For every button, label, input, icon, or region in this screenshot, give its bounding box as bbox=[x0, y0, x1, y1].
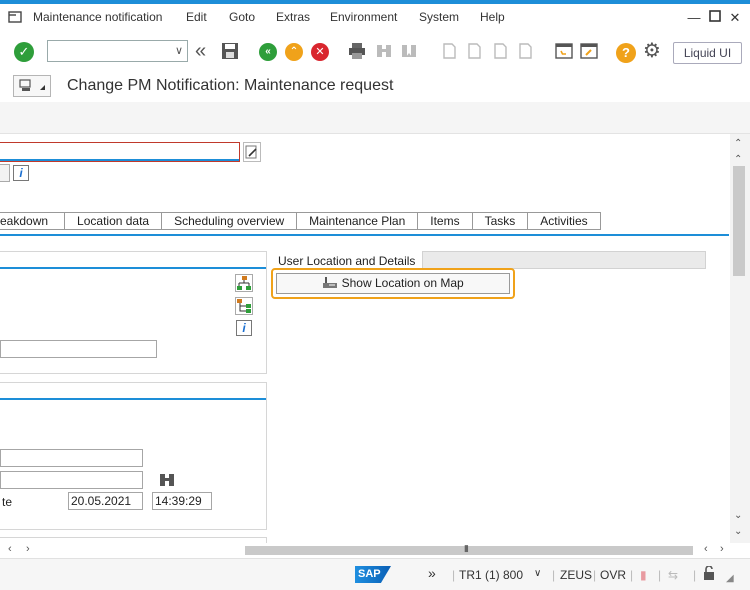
scroll-up-icon-2[interactable]: ⌃ bbox=[734, 154, 742, 165]
user-location-field bbox=[422, 251, 706, 269]
minimize-icon[interactable]: — bbox=[686, 10, 702, 26]
scroll-down-icon-2[interactable]: ⌄ bbox=[734, 526, 742, 537]
application-toolbar bbox=[0, 102, 750, 134]
menu-goto[interactable]: Goto bbox=[229, 10, 255, 24]
standard-toolbar: ✓ ∨ « « ⌃ ✕ ? ⚙ Liquid UI bbox=[0, 34, 750, 70]
menu-icon[interactable] bbox=[8, 10, 24, 27]
dates-box: te 20.05.2021 14:39:29 bbox=[0, 382, 267, 530]
status-divider-4: | bbox=[630, 568, 634, 582]
double-chevron-left-icon[interactable]: « bbox=[195, 41, 213, 61]
time-field[interactable]: 14:39:29 bbox=[152, 492, 212, 510]
save-icon[interactable] bbox=[221, 42, 239, 60]
status-divider-1: | bbox=[452, 568, 456, 582]
tab-tasks[interactable]: Tasks bbox=[472, 212, 529, 230]
info-icon[interactable]: i bbox=[13, 165, 29, 181]
lock-icon[interactable] bbox=[703, 565, 715, 583]
user-location-label: User Location and Details bbox=[278, 254, 416, 268]
horizontal-scroll-thumb[interactable]: ▮ bbox=[245, 543, 693, 555]
system-info[interactable]: TR1 (1) 800 bbox=[459, 568, 523, 582]
object-info-icon[interactable]: i bbox=[236, 320, 252, 336]
server-name: ZEUS bbox=[560, 568, 593, 582]
sap-logo: SAP bbox=[355, 566, 391, 583]
next-page-icon[interactable] bbox=[491, 42, 509, 60]
chevron-down-icon[interactable]: ∨ bbox=[175, 44, 183, 57]
grip-icon: ▮ bbox=[464, 543, 469, 553]
edit-long-text-icon[interactable] bbox=[243, 142, 261, 162]
menu-help[interactable]: Help bbox=[480, 10, 505, 24]
tab-underline bbox=[0, 234, 729, 236]
find-next-icon[interactable] bbox=[400, 42, 418, 60]
cancel-icon[interactable]: ✕ bbox=[311, 43, 329, 61]
dates-input-2[interactable] bbox=[0, 471, 143, 489]
status-divider-2: | bbox=[552, 568, 556, 582]
scroll-right-end-icon[interactable]: › bbox=[720, 543, 724, 555]
dates-input-1[interactable] bbox=[0, 449, 143, 467]
connection-icon: ▮ bbox=[640, 568, 647, 582]
vertical-scroll-thumb[interactable] bbox=[733, 166, 745, 276]
menu-extras[interactable]: Extras bbox=[276, 10, 310, 24]
tab-activities[interactable]: Activities bbox=[528, 212, 601, 230]
date-label: te bbox=[2, 495, 13, 509]
insert-mode[interactable]: OVR bbox=[600, 568, 626, 582]
status-divider-5: | bbox=[658, 568, 662, 582]
status-divider-3: | bbox=[593, 568, 597, 582]
structure-tree-icon[interactable] bbox=[235, 274, 253, 292]
status-bar: SAP » | TR1 (1) 800 ∨ | ZEUS | OVR | ▮ |… bbox=[0, 558, 750, 590]
gear-icon[interactable]: ⚙ bbox=[643, 41, 661, 61]
back-icon[interactable]: « bbox=[259, 43, 277, 61]
find-icon[interactable] bbox=[375, 42, 393, 60]
field-fragment[interactable] bbox=[0, 164, 10, 182]
menu-bar: Maintenance notification Edit Goto Extra… bbox=[0, 4, 750, 32]
show-location-label: Show Location on Map bbox=[341, 276, 464, 290]
tab-breakdown[interactable]: eakdown bbox=[0, 212, 66, 230]
hierarchy-icon[interactable] bbox=[235, 297, 253, 315]
notification-field[interactable] bbox=[0, 142, 240, 162]
page-title: Change PM Notification: Maintenance requ… bbox=[67, 77, 394, 94]
vertical-scrollbar[interactable]: ⌃ ⌃ ⌄ ⌄ bbox=[730, 134, 750, 544]
main-content: i eakdown Location data Scheduling overv… bbox=[0, 134, 729, 544]
scroll-up-icon[interactable]: ⌃ bbox=[734, 138, 742, 149]
liquid-ui-button[interactable]: Liquid UI bbox=[673, 42, 742, 64]
last-page-icon[interactable] bbox=[516, 42, 534, 60]
create-session-icon[interactable] bbox=[555, 42, 573, 60]
show-location-on-map-button[interactable]: Show Location on Map bbox=[276, 273, 510, 294]
scroll-left-end-icon[interactable]: ‹ bbox=[704, 543, 708, 555]
menu-maintenance-notification[interactable]: Maintenance notification bbox=[33, 10, 162, 24]
system-dropdown-icon[interactable]: ∨ bbox=[534, 568, 541, 579]
command-field[interactable]: ∨ bbox=[47, 40, 188, 62]
tab-scheduling-overview[interactable]: Scheduling overview bbox=[162, 212, 298, 230]
tab-maintenance-plan[interactable]: Maintenance Plan bbox=[297, 212, 419, 230]
horizontal-scrollbar[interactable]: ‹ › ▮ ‹ › bbox=[0, 543, 750, 558]
maximize-icon[interactable] bbox=[707, 10, 723, 26]
status-divider-6: | bbox=[693, 568, 697, 582]
enter-checkmark-icon[interactable]: ✓ bbox=[14, 42, 34, 62]
display-change-button[interactable] bbox=[13, 75, 51, 97]
title-bar: Change PM Notification: Maintenance requ… bbox=[0, 72, 750, 102]
transfer-icon: ⇆ bbox=[668, 568, 679, 582]
tab-strip: eakdown Location data Scheduling overvie… bbox=[0, 212, 601, 230]
menu-system[interactable]: System bbox=[419, 10, 459, 24]
date-field[interactable]: 20.05.2021 bbox=[68, 492, 143, 510]
tab-location-data[interactable]: Location data bbox=[65, 212, 163, 230]
help-icon[interactable]: ? bbox=[616, 43, 636, 63]
binoculars-icon[interactable] bbox=[158, 471, 178, 491]
resize-grip-icon: ◢ bbox=[726, 573, 734, 584]
map-icon bbox=[323, 277, 338, 288]
exit-icon[interactable]: ⌃ bbox=[285, 43, 303, 61]
object-input[interactable] bbox=[0, 340, 157, 358]
previous-page-icon[interactable] bbox=[465, 42, 483, 60]
scroll-right-icon[interactable]: › bbox=[26, 543, 30, 555]
status-expand-icon[interactable]: » bbox=[428, 565, 436, 581]
shortcut-icon[interactable] bbox=[580, 42, 598, 60]
close-window-icon[interactable]: ✕ bbox=[727, 10, 743, 26]
menu-environment[interactable]: Environment bbox=[330, 10, 397, 24]
tab-items[interactable]: Items bbox=[418, 212, 473, 230]
first-page-icon[interactable] bbox=[440, 42, 458, 60]
show-location-highlight: Show Location on Map bbox=[271, 268, 515, 299]
print-icon[interactable] bbox=[348, 42, 366, 60]
scroll-down-icon[interactable]: ⌄ bbox=[734, 510, 742, 521]
menu-edit[interactable]: Edit bbox=[186, 10, 207, 24]
scroll-left-icon[interactable]: ‹ bbox=[8, 543, 12, 555]
object-box: i bbox=[0, 251, 267, 374]
